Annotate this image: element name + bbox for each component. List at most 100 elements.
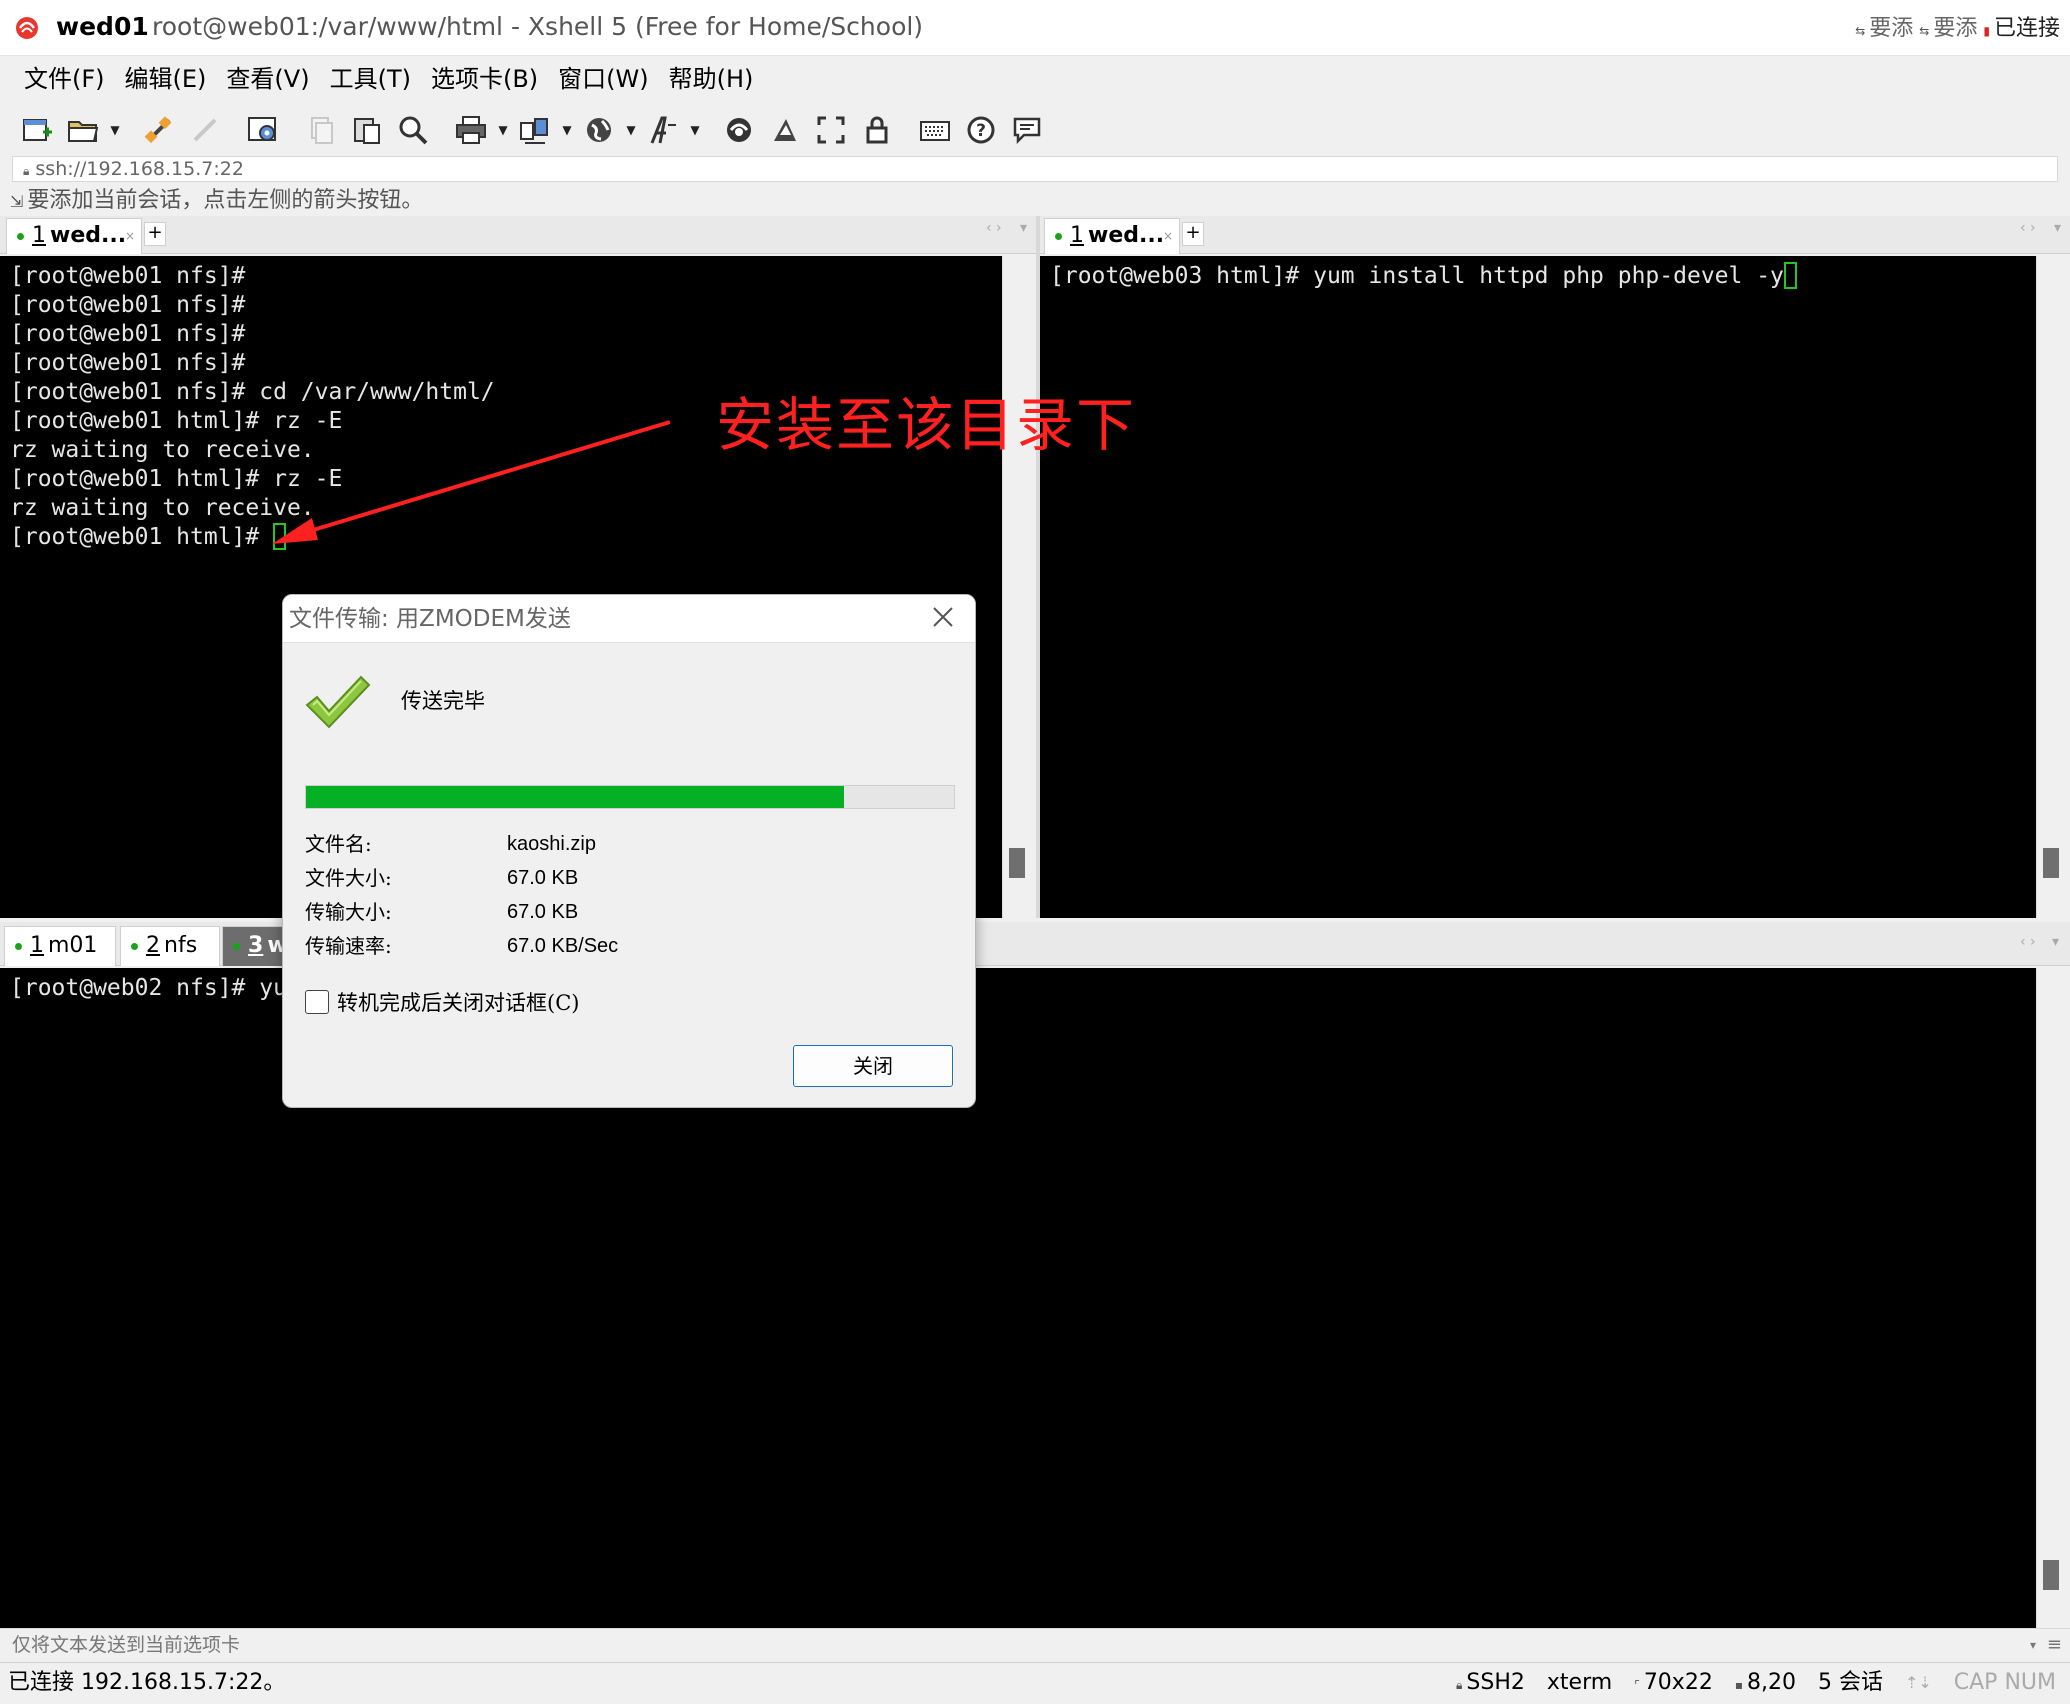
chevron-down-icon[interactable]: ▾ bbox=[2030, 1629, 2036, 1661]
tabstrip-top-left: 1 wed... × + ‹ › ▾ bbox=[0, 216, 1036, 254]
globe-icon[interactable] bbox=[578, 109, 620, 151]
close-icon[interactable]: × bbox=[1163, 219, 1173, 253]
lock-icon[interactable] bbox=[856, 109, 898, 151]
connect-icon[interactable] bbox=[138, 109, 180, 151]
chevron-down-icon[interactable]: ▼ bbox=[108, 109, 122, 151]
tab-menu-icon[interactable]: ▾ bbox=[2052, 934, 2059, 950]
terminal-line: [root@web01 nfs]# bbox=[10, 292, 246, 318]
fullscreen-icon[interactable] bbox=[810, 109, 852, 151]
check-icon bbox=[305, 675, 371, 729]
transfer-size-row: 传输大小: 67.0 KB bbox=[305, 900, 579, 924]
menu-tab[interactable]: 选项卡(B) bbox=[421, 56, 548, 102]
status-dot bbox=[15, 942, 22, 950]
terminal-top-right[interactable]: [root@web03 html]# yum install httpd php… bbox=[1040, 256, 2036, 918]
dialog-titlebar: 文件传输: 用ZMODEM发送 bbox=[283, 595, 975, 643]
scrollbar-thumb[interactable] bbox=[2043, 848, 2059, 878]
terminal-line: [root@web01 html]# bbox=[10, 524, 274, 550]
menu-view[interactable]: 查看(V) bbox=[216, 56, 319, 102]
file-size-row: 文件大小: 67.0 KB bbox=[305, 866, 579, 890]
scrollbar-top-left[interactable] bbox=[1002, 256, 1036, 918]
open-folder-icon[interactable] bbox=[62, 109, 104, 151]
close-icon[interactable]: × bbox=[125, 219, 135, 253]
chevron-down-icon[interactable]: ▼ bbox=[496, 109, 510, 151]
svg-text:?: ? bbox=[976, 121, 986, 141]
tab-session[interactable]: 1 wed... × bbox=[6, 218, 142, 254]
address-bar[interactable]: 🔒︎ ssh://192.168.15.7:22 bbox=[12, 156, 2058, 182]
terminal-line: [root@web01 nfs]# bbox=[10, 321, 246, 347]
scrollbar-bottom[interactable] bbox=[2036, 968, 2070, 1628]
new-session-icon[interactable] bbox=[16, 109, 58, 151]
window-title-app: wed01 bbox=[56, 12, 149, 41]
window-tray: ⇆ 要添 ⇆ 要添 ▮ 已连接 bbox=[1855, 6, 2060, 46]
close-icon[interactable] bbox=[929, 603, 957, 631]
transfer-arrows-icon: ⇡⇣ bbox=[1904, 1673, 1932, 1692]
terminal-line: [root@web01 nfs]# bbox=[10, 350, 246, 376]
chevron-down-icon[interactable]: ▼ bbox=[624, 109, 638, 151]
tab-scroll-icon[interactable]: ‹ › bbox=[986, 220, 1002, 236]
terminal-type: xterm bbox=[1546, 1670, 1613, 1695]
xmanager-icon[interactable] bbox=[764, 109, 806, 151]
menu-help[interactable]: 帮助(H) bbox=[659, 56, 764, 102]
tab-session[interactable]: 1 wed... × bbox=[1044, 218, 1180, 254]
scrollbar-thumb[interactable] bbox=[2043, 1560, 2059, 1590]
send-text-bar[interactable]: 仅将文本发送到当前选项卡 ▾ ≡ bbox=[0, 1628, 2070, 1660]
status-dot bbox=[17, 232, 24, 240]
tab-session-nfs[interactable]: 2 nfs bbox=[120, 926, 220, 966]
status-dot bbox=[131, 942, 138, 950]
copy-icon[interactable] bbox=[300, 109, 342, 151]
font-icon[interactable] bbox=[642, 109, 684, 151]
status-bar: 已连接 192.168.15.7:22。 🔒︎ SSH2 xterm ⌜ 70x22… bbox=[0, 1662, 2070, 1704]
chevron-down-icon[interactable]: ▼ bbox=[688, 109, 702, 151]
terminal-line: [root@web03 html]# yum install httpd php… bbox=[1050, 263, 1784, 289]
annotation-label: 安装至该目录下 bbox=[716, 391, 1137, 459]
chat-icon[interactable] bbox=[1006, 109, 1048, 151]
xftp-icon[interactable] bbox=[718, 109, 760, 151]
print-icon[interactable] bbox=[450, 109, 492, 151]
transfer-icon[interactable] bbox=[514, 109, 556, 151]
properties-icon[interactable] bbox=[242, 109, 284, 151]
menu-file[interactable]: 文件(F) bbox=[14, 56, 115, 102]
scrollbar-thumb[interactable] bbox=[1009, 848, 1025, 878]
arrow-icon[interactable]: ⇲ bbox=[10, 192, 23, 211]
find-icon[interactable] bbox=[392, 109, 434, 151]
file-name-row: 文件名: kaoshi.zip bbox=[305, 832, 596, 856]
menu-bar: 文件(F) 编辑(E) 查看(V) 工具(T) 选项卡(B) 窗口(W) 帮助(… bbox=[0, 56, 2070, 102]
tray-item[interactable]: ⇆ 要添 bbox=[1919, 10, 1977, 42]
session-hint: ⇲ 要添加当前会话，点击左侧的箭头按钮。 bbox=[10, 188, 424, 213]
tray-item[interactable]: ⇆ 要添 bbox=[1855, 10, 1913, 42]
menu-window[interactable]: 窗口(W) bbox=[548, 56, 658, 102]
disconnect-icon[interactable] bbox=[184, 109, 226, 151]
tab-menu-icon[interactable]: ▾ bbox=[2054, 220, 2061, 236]
session-count: 5 会话 bbox=[1817, 1670, 1883, 1695]
tab-menu-icon[interactable]: ▾ bbox=[1020, 220, 1027, 236]
xshell-logo-icon bbox=[16, 17, 38, 39]
terminal-line: [root@web01 nfs]# bbox=[10, 263, 246, 289]
progress-fill bbox=[306, 786, 844, 808]
transfer-rate-row: 传输速率: 67.0 KB/Sec bbox=[305, 934, 619, 958]
tab-scroll-icon[interactable]: ‹ › bbox=[2020, 934, 2036, 950]
help-icon[interactable]: ? bbox=[960, 109, 1002, 151]
dialog-title: 文件传输: 用ZMODEM发送 bbox=[289, 606, 571, 632]
auto-close-checkbox[interactable] bbox=[305, 990, 329, 1014]
chevron-down-icon[interactable]: ▼ bbox=[560, 109, 574, 151]
status-dot bbox=[233, 942, 240, 950]
menu-tools[interactable]: 工具(T) bbox=[320, 56, 421, 102]
tray-item-connected[interactable]: ▮ 已连接 bbox=[1983, 10, 2060, 42]
status-fields: 🔒︎ SSH2 xterm ⌜ 70x22 ▪ 8,20 5 会话 ⇡⇣ CAP NU… bbox=[1456, 1663, 2056, 1704]
keyboard-icon[interactable] bbox=[914, 109, 956, 151]
size-icon: ⌜ bbox=[1634, 1678, 1640, 1692]
terminal-line: [root@web01 html]# rz -E bbox=[10, 466, 343, 492]
scrollbar-top-right[interactable] bbox=[2036, 256, 2070, 918]
menu-icon[interactable]: ≡ bbox=[2047, 1629, 2062, 1661]
tab-session-m01[interactable]: 1 m01 bbox=[4, 926, 116, 966]
lock-icon: 🔒︎ bbox=[23, 164, 30, 178]
tab-scroll-icon[interactable]: ‹ › bbox=[2020, 220, 2036, 236]
add-tab-button[interactable]: + bbox=[1182, 222, 1204, 246]
add-tab-button[interactable]: + bbox=[144, 222, 166, 246]
auto-close-option[interactable]: 转机完成后关闭对话框(C) bbox=[305, 987, 579, 1017]
menu-edit[interactable]: 编辑(E) bbox=[115, 56, 217, 102]
caps-num-indicator: CAP NUM bbox=[1953, 1670, 2056, 1695]
close-button[interactable]: 关闭 bbox=[793, 1045, 953, 1087]
paste-icon[interactable] bbox=[346, 109, 388, 151]
auto-close-label: 转机完成后关闭对话框(C) bbox=[337, 991, 580, 1015]
